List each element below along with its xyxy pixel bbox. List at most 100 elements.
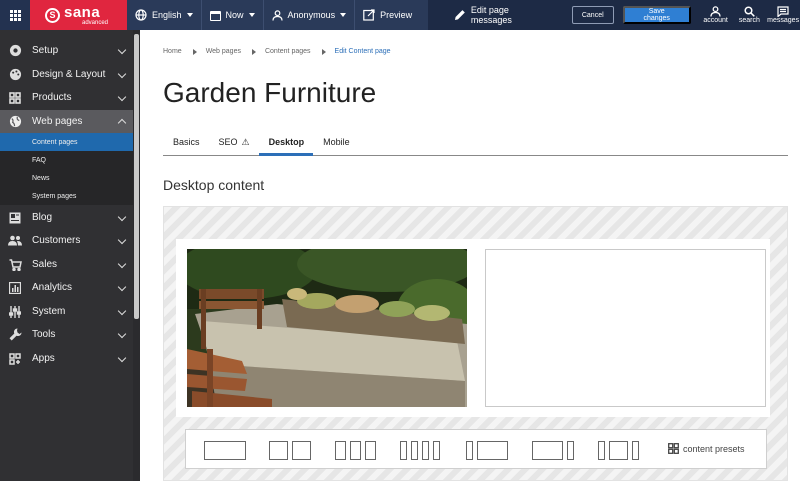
products-grid-icon [8, 91, 22, 105]
date-selector[interactable]: Now [202, 0, 263, 30]
sana-logo[interactable]: S sana advanced [30, 0, 127, 30]
search-button[interactable]: search [732, 6, 766, 24]
preview-icon [363, 9, 375, 21]
empty-content-column[interactable] [485, 249, 766, 407]
account-icon [710, 6, 721, 17]
tab-seo[interactable]: SEO ⚠ [209, 137, 259, 156]
chevron-up-icon [117, 118, 127, 128]
tab-bar: Basics SEO ⚠ Desktop Mobile [163, 137, 788, 156]
messages-button[interactable]: messages [766, 6, 800, 24]
apps-icon [8, 352, 22, 366]
sidebar-item-label: Blog [32, 212, 53, 223]
analytics-icon [8, 281, 22, 295]
sidebar-subitem-label: System pages [32, 192, 77, 200]
breadcrumb: Home Web pages Content pages Edit Conten… [163, 48, 391, 55]
sidebar-item-label: Apps [32, 353, 55, 364]
content-image[interactable] [187, 249, 467, 407]
section-title: Desktop content [163, 177, 265, 193]
messages-label: messages [767, 17, 800, 24]
top-bar: S sana advanced English Now Anonymous Pr… [0, 0, 800, 30]
edit-messages-label: Edit page messages [470, 5, 512, 25]
sidebar-item-tools[interactable]: Tools [0, 323, 133, 346]
edit-page-messages-button[interactable]: Edit page messages [428, 0, 560, 30]
globe-icon [8, 115, 22, 129]
content-presets-button[interactable]: content presets [668, 443, 745, 454]
chevron-down-icon [117, 353, 127, 363]
logo-name: sana [64, 3, 101, 21]
date-label: Now [225, 10, 244, 20]
tab-mobile[interactable]: Mobile [313, 137, 359, 156]
page-title: Garden Furniture [163, 77, 377, 108]
content-row[interactable]: + [176, 239, 770, 442]
save-changes-button[interactable]: Save changes [622, 6, 691, 24]
breadcrumb-arrow-icon [251, 48, 256, 55]
chevron-down-icon [117, 212, 127, 222]
sidebar-scrollbar[interactable] [133, 30, 140, 481]
breadcrumb-arrow-icon [321, 48, 326, 55]
language-selector[interactable]: English [127, 0, 201, 30]
account-button[interactable]: account [699, 6, 733, 24]
breadcrumb-home[interactable]: Home [163, 48, 182, 55]
sidebar-subitem-label: News [32, 174, 50, 182]
apps-menu-button[interactable] [0, 0, 30, 30]
sidebar-subitem-content-pages[interactable]: Content pages [0, 133, 133, 151]
chevron-down-icon [117, 306, 127, 316]
preset-three-columns[interactable] [335, 441, 376, 460]
sidebar-subitem-system-pages[interactable]: System pages [0, 187, 133, 205]
sidebar-item-design-layout[interactable]: Design & Layout [0, 63, 133, 86]
sidebar-item-label: Setup [32, 45, 59, 56]
search-icon [744, 6, 755, 17]
sidebar-item-label: Sales [32, 259, 58, 270]
message-icon [777, 6, 789, 17]
preview-button[interactable]: Preview [355, 0, 420, 30]
preset-wide-narrow[interactable] [532, 441, 574, 460]
sidebar-item-label: Design & Layout [32, 69, 106, 80]
chevron-down-icon [117, 282, 127, 292]
preset-one-column[interactable] [204, 441, 246, 460]
preview-label: Preview [380, 10, 413, 20]
globe-icon [135, 9, 147, 21]
scrollbar-thumb[interactable] [134, 34, 139, 319]
sidebar-subitem-label: Content pages [32, 138, 78, 146]
pencil-icon [454, 10, 465, 20]
tab-desktop[interactable]: Desktop [258, 137, 314, 156]
sidebar-item-blog[interactable]: Blog [0, 206, 133, 229]
sidebar-subitem-news[interactable]: News [0, 169, 133, 187]
preset-two-columns[interactable] [269, 441, 311, 460]
preset-four-columns[interactable] [400, 441, 440, 460]
sidebar-subitem-label: FAQ [32, 156, 47, 164]
breadcrumb-content-pages[interactable]: Content pages [265, 48, 311, 55]
sidebar-item-system[interactable]: System [0, 300, 133, 323]
main-content: Home Web pages Content pages Edit Conten… [140, 30, 800, 481]
sidebar-item-apps[interactable]: Apps [0, 347, 133, 370]
edit-toolbar: Edit page messages Cancel Save changes a… [428, 0, 800, 30]
content-presets-bar: content presets [185, 429, 767, 469]
preset-narrow-wide[interactable] [466, 441, 508, 460]
chevron-down-icon [117, 92, 127, 102]
breadcrumb-web-pages[interactable]: Web pages [206, 48, 241, 55]
language-label: English [152, 10, 182, 20]
user-selector[interactable]: Anonymous [264, 0, 355, 30]
sidebar-item-customers[interactable]: Customers [0, 229, 133, 252]
chevron-down-icon [248, 13, 255, 17]
sidebar-item-analytics[interactable]: Analytics [0, 276, 133, 299]
sidebar-item-setup[interactable]: Setup [0, 39, 133, 62]
gear-icon [8, 44, 22, 58]
cancel-button[interactable]: Cancel [571, 6, 614, 24]
tab-basics[interactable]: Basics [163, 137, 209, 156]
sidebar-item-sales[interactable]: Sales [0, 253, 133, 276]
system-icon [8, 305, 22, 319]
sidebar-item-web-pages[interactable]: Web pages [0, 110, 133, 133]
sidebar-subitem-faq[interactable]: FAQ [0, 151, 133, 169]
customers-icon [8, 234, 22, 248]
chevron-down-icon [340, 13, 347, 17]
chevron-down-icon [117, 45, 127, 55]
sidebar-item-label: Customers [32, 235, 81, 246]
breadcrumb-current: Edit Content page [334, 48, 391, 55]
chevron-down-icon [186, 13, 193, 17]
user-label: Anonymous [287, 10, 336, 20]
breadcrumb-arrow-icon [192, 48, 197, 55]
sidebar-item-products[interactable]: Products [0, 86, 133, 109]
sana-logo-icon: S [45, 7, 60, 23]
preset-narrow-wide-narrow[interactable] [598, 441, 639, 460]
